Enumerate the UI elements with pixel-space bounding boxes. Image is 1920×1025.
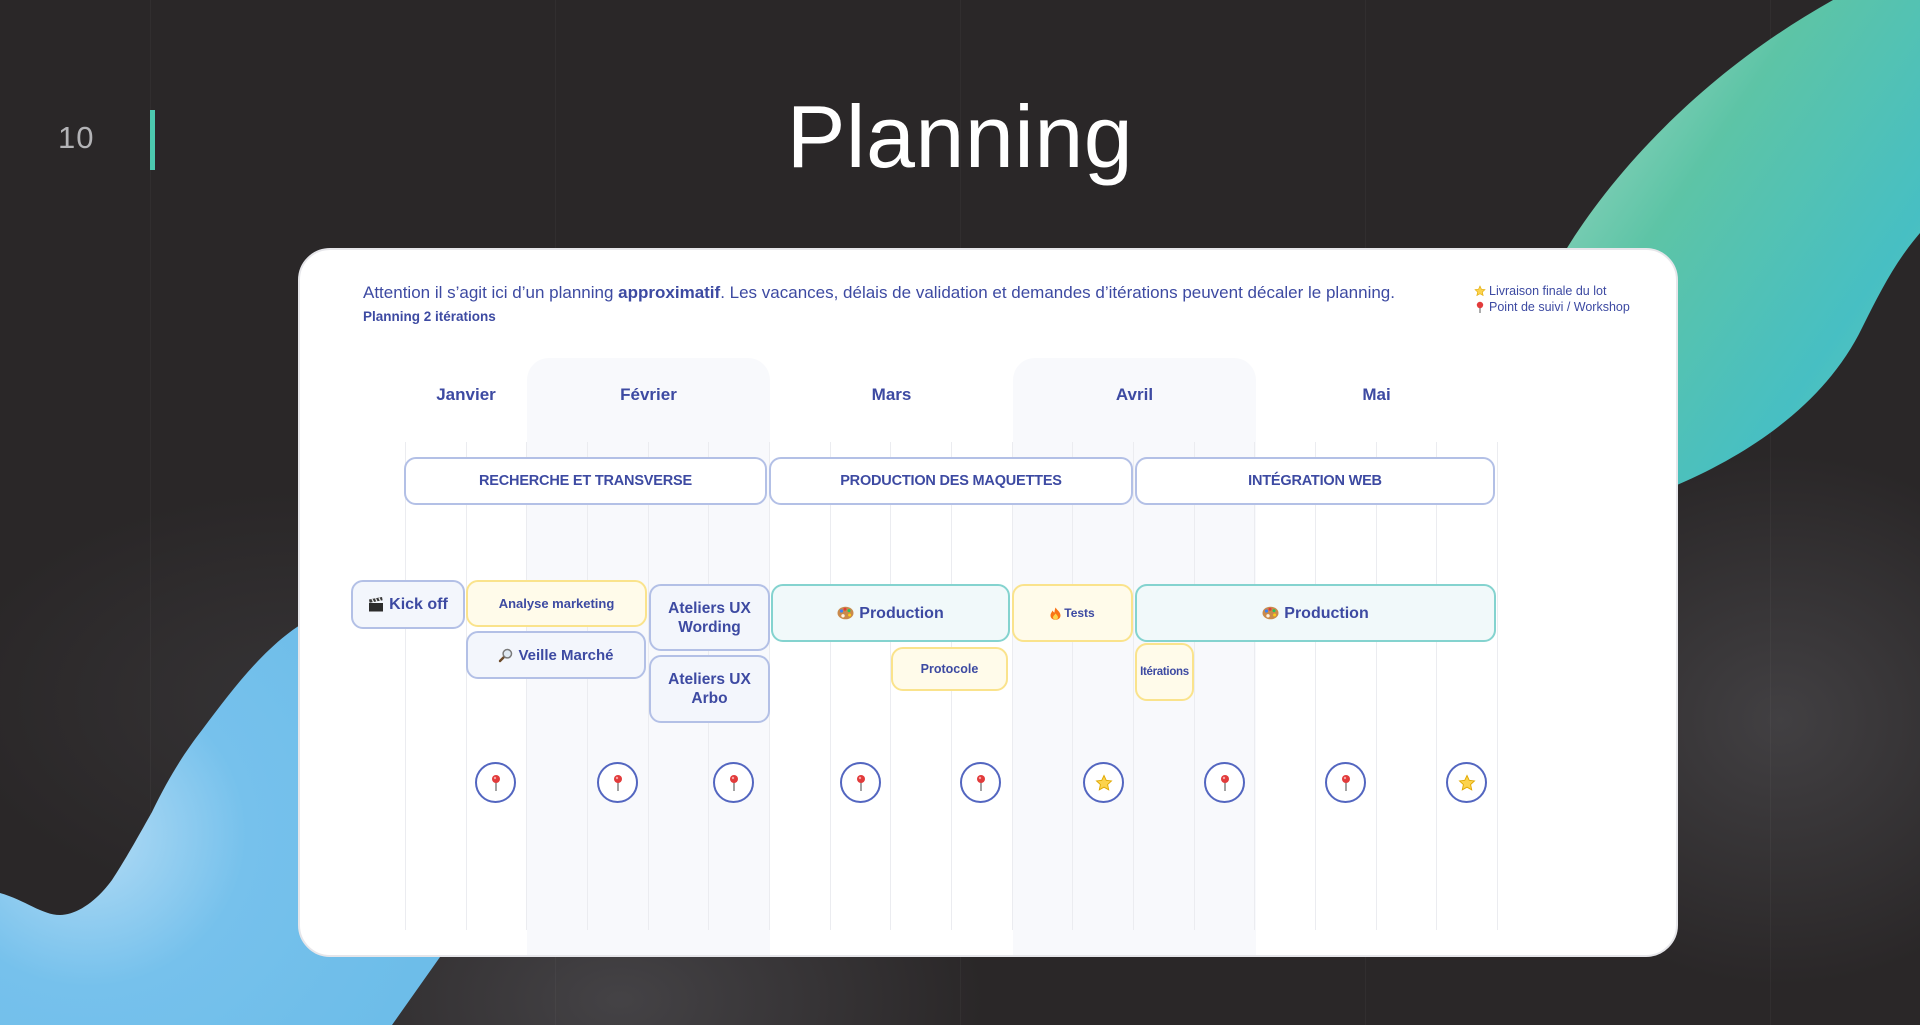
week-gridline [1133,442,1134,930]
milestone-checkpoint[interactable] [960,762,1001,803]
milestone-delivery[interactable] [1446,762,1487,803]
pin-icon [490,774,502,792]
week-gridline [587,442,588,930]
month-avril: Avril [1115,385,1154,404]
palette-icon [1262,606,1279,620]
week-gridline [526,442,527,930]
milestone-checkpoint[interactable] [597,762,638,803]
week-gridline [1194,442,1195,930]
star-icon [1474,285,1486,297]
legend-item-delivery: Livraison finale du lot [1474,283,1630,299]
task-ateliers-ux-arbo[interactable]: Ateliers UX Arbo [649,655,770,723]
month-fevrier: Février [620,385,677,404]
week-gridline [405,442,406,930]
task-analyse-marketing[interactable]: Analyse marketing [466,580,647,627]
week-gridline [1315,442,1316,930]
month-mars: Mars [871,385,912,404]
palette-icon [837,606,854,620]
task-label: Production [1284,604,1369,622]
intro-text-part: . Les vacances, délais de validation et … [720,283,1395,302]
task-tests[interactable]: Tests [1012,584,1133,642]
legend: Livraison finale du lot Point de suivi /… [1474,283,1630,315]
task-protocole[interactable]: Protocole [891,647,1008,691]
pin-icon [975,774,987,792]
phase-label: PRODUCTION DES MAQUETTES [840,473,1062,489]
pin-icon [728,774,740,792]
task-production-integration[interactable]: Production [1135,584,1496,642]
task-veille-marche[interactable]: Veille Marché [466,631,646,679]
milestone-delivery[interactable] [1083,762,1124,803]
pin-icon [855,774,867,792]
month-mai: Mai [1362,385,1391,404]
week-gridline [1497,442,1498,930]
legend-label: Point de suivi / Workshop [1489,300,1630,314]
pin-icon [1340,774,1352,792]
task-label: Ateliers UX Wording [668,599,751,636]
page-title: Planning [786,87,1134,186]
milestone-checkpoint[interactable] [840,762,881,803]
task-label: Ateliers UX Arbo [668,671,751,707]
week-gridline [1254,442,1255,930]
milestone-checkpoint[interactable] [475,762,516,803]
week-gridline [890,442,891,930]
phase-integration-web[interactable]: INTÉGRATION WEB [1135,457,1495,505]
task-kick-off[interactable]: Kick off [351,580,465,629]
planning-subtitle: Planning 2 itérations [363,309,496,324]
pin-icon [1219,774,1231,792]
phase-label: RECHERCHE ET TRANSVERSE [479,473,692,489]
planning-card: Attention il s’agit ici d’un planning ap… [298,248,1678,957]
task-label: Veille Marché [518,646,614,664]
milestone-checkpoint[interactable] [1204,762,1245,803]
week-gridline [1012,442,1013,930]
phase-recherche[interactable]: RECHERCHE ET TRANSVERSE [404,457,767,505]
task-ateliers-ux-wording[interactable]: Ateliers UX Wording [649,584,770,651]
month-janvier: Janvier [436,385,496,404]
intro-text: Attention il s’agit ici d’un planning ap… [363,283,1395,303]
intro-text-emphasis: approximatif [618,283,721,302]
week-gridline [830,442,831,930]
task-label: Protocole [920,661,979,676]
task-iterations[interactable]: Itérations [1135,643,1194,701]
milestone-checkpoint[interactable] [713,762,754,803]
clapperboard-icon [368,597,384,612]
star-icon [1094,773,1113,792]
task-label: Kick off [389,596,448,613]
week-gridline [1376,442,1377,930]
phase-label: INTÉGRATION WEB [1248,473,1382,489]
pin-icon [612,774,624,792]
task-production-maquettes[interactable]: Production [771,584,1010,642]
task-label: Tests [1064,605,1095,620]
week-gridline [1072,442,1073,930]
milestone-checkpoint[interactable] [1325,762,1366,803]
legend-label: Livraison finale du lot [1489,284,1607,298]
task-label: Production [859,604,944,622]
magnifier-icon [498,648,513,663]
intro-text-part: Attention il s’agit ici d’un planning [363,283,619,302]
week-gridline [466,442,467,930]
fire-icon [1050,607,1061,620]
task-label: Itérations [1140,665,1189,678]
pin-icon [1474,301,1486,313]
week-gridline [1436,442,1437,930]
star-icon [1457,773,1476,792]
legend-item-checkpoint: Point de suivi / Workshop [1474,299,1630,315]
phase-production-maquettes[interactable]: PRODUCTION DES MAQUETTES [769,457,1133,505]
task-label: Analyse marketing [498,596,615,611]
